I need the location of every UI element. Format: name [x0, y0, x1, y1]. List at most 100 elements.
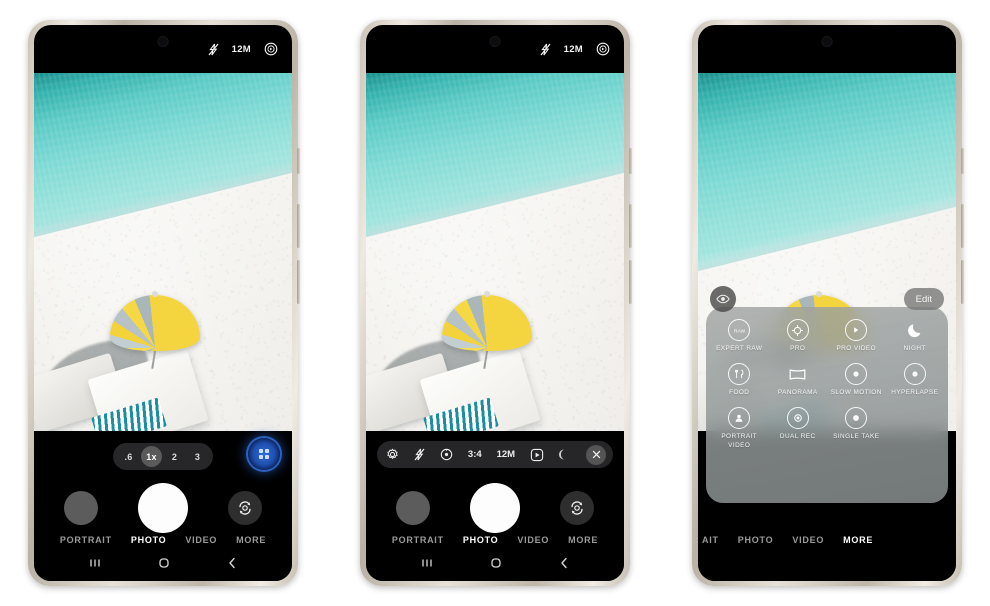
- side-button-1[interactable]: [629, 148, 632, 174]
- phone-2-control-deck: 3:4 12M PORTRAIT PHOTO VIDEO MORE: [366, 431, 624, 581]
- recents-icon[interactable]: [88, 557, 102, 569]
- zoom-chip-2x[interactable]: 2: [164, 446, 185, 467]
- mode-video[interactable]: VIDEO: [792, 535, 824, 545]
- phone-1-status-bar: 12M: [34, 25, 292, 73]
- mode-more[interactable]: MORE: [843, 535, 873, 545]
- phone-1-viewfinder[interactable]: [34, 73, 292, 441]
- more-mode-label: PORTRAIT VIDEO: [721, 433, 758, 449]
- more-mode-pro[interactable]: PRO: [769, 319, 827, 353]
- mode-more[interactable]: MORE: [236, 535, 266, 545]
- more-mode-night[interactable]: NIGHT: [886, 319, 944, 353]
- phone-1-device: 12M .6 1x 2 3 PORTRAIT PHOTO VIDEO MORE: [28, 20, 300, 586]
- umbrella-finial: [152, 291, 158, 297]
- switch-camera-button[interactable]: [228, 491, 262, 525]
- home-icon[interactable]: [157, 556, 171, 570]
- zoom-chip-group: .6 1x 2 3: [113, 443, 213, 470]
- aspect-ratio-label[interactable]: 3:4: [468, 449, 482, 460]
- more-mode-food[interactable]: FOOD: [710, 363, 768, 397]
- beach-umbrella: [442, 295, 532, 351]
- flash-off-icon[interactable]: [414, 448, 425, 461]
- phone-2-viewfinder[interactable]: [366, 73, 624, 441]
- gallery-thumbnail-button[interactable]: [396, 491, 430, 525]
- grid-dots-icon: [258, 448, 270, 460]
- close-toolbar-button[interactable]: [586, 444, 606, 465]
- resolution-label[interactable]: 12M: [564, 44, 583, 55]
- moon-icon: [904, 319, 926, 341]
- volume-down-button[interactable]: [961, 260, 964, 304]
- front-camera-punch-hole: [157, 36, 169, 47]
- resolution-label[interactable]: 12M: [232, 44, 251, 55]
- more-modes-row-3: PORTRAIT VIDEO DUAL REC SINGLE TAKE: [710, 407, 944, 449]
- mode-portrait[interactable]: PORTRAIT: [392, 535, 444, 545]
- more-mode-pro-video[interactable]: PRO VIDEO: [827, 319, 885, 353]
- more-modes-panel: RAW EXPERT RAW PRO PRO VIDEO NIGHT FOOD …: [706, 307, 948, 503]
- more-mode-slow-motion[interactable]: SLOW MOTION: [827, 363, 885, 397]
- mode-video[interactable]: VIDEO: [185, 535, 217, 545]
- side-button-1[interactable]: [961, 148, 964, 174]
- zoom-chip-1x[interactable]: 1x: [141, 446, 162, 467]
- phone-2-status-bar: 12M: [366, 25, 624, 73]
- zoom-chip-0-6[interactable]: .6: [118, 446, 139, 467]
- slow-motion-icon: [845, 363, 868, 386]
- recents-icon[interactable]: [420, 557, 434, 569]
- settings-orb-button[interactable]: [248, 438, 280, 470]
- volume-up-button[interactable]: [961, 204, 964, 248]
- volume-up-button[interactable]: [629, 204, 632, 248]
- svg-text:RAW: RAW: [734, 328, 746, 334]
- more-modes-row-1: RAW EXPERT RAW PRO PRO VIDEO NIGHT: [710, 319, 944, 353]
- more-mode-dual-rec[interactable]: DUAL REC: [769, 407, 827, 441]
- flash-off-icon[interactable]: [208, 43, 219, 56]
- preview-eye-icon[interactable]: [710, 286, 736, 312]
- resolution-label[interactable]: 12M: [497, 449, 515, 460]
- pro-icon: [786, 319, 809, 341]
- more-mode-panorama[interactable]: PANORAMA: [769, 363, 827, 397]
- motion-photo-icon[interactable]: [264, 42, 278, 56]
- switch-camera-button[interactable]: [560, 491, 594, 525]
- more-mode-label: SLOW MOTION: [830, 389, 882, 397]
- gallery-thumbnail-button[interactable]: [64, 491, 98, 525]
- zoom-chip-3x[interactable]: 3: [187, 446, 208, 467]
- timer-icon[interactable]: [440, 448, 453, 461]
- mode-photo[interactable]: PHOTO: [463, 535, 499, 545]
- single-take-icon: [845, 407, 868, 430]
- phone-2-device: 12M 3:4 12M PORTRAIT PHOTO VIDEO MORE: [360, 20, 632, 586]
- more-mode-label: DUAL REC: [779, 433, 816, 441]
- motion-photo-icon[interactable]: [596, 42, 610, 56]
- phone-3-screen: Edit RAW EXPERT RAW PRO PRO VIDEO NIGHT …: [698, 25, 956, 581]
- front-camera-punch-hole: [821, 36, 833, 47]
- more-mode-label: PRO: [790, 345, 806, 352]
- filter-icon[interactable]: [559, 448, 571, 461]
- mode-photo[interactable]: PHOTO: [738, 535, 774, 545]
- mode-video[interactable]: VIDEO: [517, 535, 549, 545]
- home-icon[interactable]: [489, 556, 503, 570]
- volume-up-button[interactable]: [297, 204, 300, 248]
- more-mode-label: PRO VIDEO: [836, 345, 877, 352]
- more-mode-expert-raw[interactable]: RAW EXPERT RAW: [710, 319, 768, 353]
- phone-1-screen: 12M .6 1x 2 3 PORTRAIT PHOTO VIDEO MORE: [34, 25, 292, 581]
- more-mode-single-take[interactable]: SINGLE TAKE: [827, 407, 885, 441]
- shutter-button[interactable]: [470, 483, 520, 533]
- mode-portrait[interactable]: AIT: [702, 535, 719, 545]
- more-modes-row-2: FOOD PANORAMA SLOW MOTION HYPERLAPSE: [710, 363, 944, 397]
- settings-gear-icon[interactable]: [386, 448, 399, 461]
- back-icon[interactable]: [558, 556, 570, 570]
- mode-more[interactable]: MORE: [568, 535, 598, 545]
- food-icon: [728, 363, 751, 386]
- portrait-video-icon: [728, 407, 751, 430]
- edit-modes-button[interactable]: Edit: [903, 288, 944, 310]
- flash-off-icon[interactable]: [540, 43, 551, 56]
- mode-photo[interactable]: PHOTO: [131, 535, 167, 545]
- mode-portrait[interactable]: PORTRAIT: [60, 535, 112, 545]
- volume-down-button[interactable]: [629, 260, 632, 304]
- screenshot-stage: 12M .6 1x 2 3 PORTRAIT PHOTO VIDEO MORE …: [0, 0, 990, 606]
- more-mode-hyperlapse[interactable]: HYPERLAPSE: [886, 363, 944, 397]
- more-mode-portrait-video[interactable]: PORTRAIT VIDEO: [710, 407, 768, 449]
- umbrella-finial: [484, 291, 490, 297]
- phone-1-mode-selector: PORTRAIT PHOTO VIDEO MORE: [34, 535, 292, 545]
- motion-photo-icon[interactable]: [530, 448, 544, 462]
- back-icon[interactable]: [226, 556, 238, 570]
- shutter-button[interactable]: [138, 483, 188, 533]
- more-mode-label: HYPERLAPSE: [891, 389, 939, 397]
- side-button-1[interactable]: [297, 148, 300, 174]
- volume-down-button[interactable]: [297, 260, 300, 304]
